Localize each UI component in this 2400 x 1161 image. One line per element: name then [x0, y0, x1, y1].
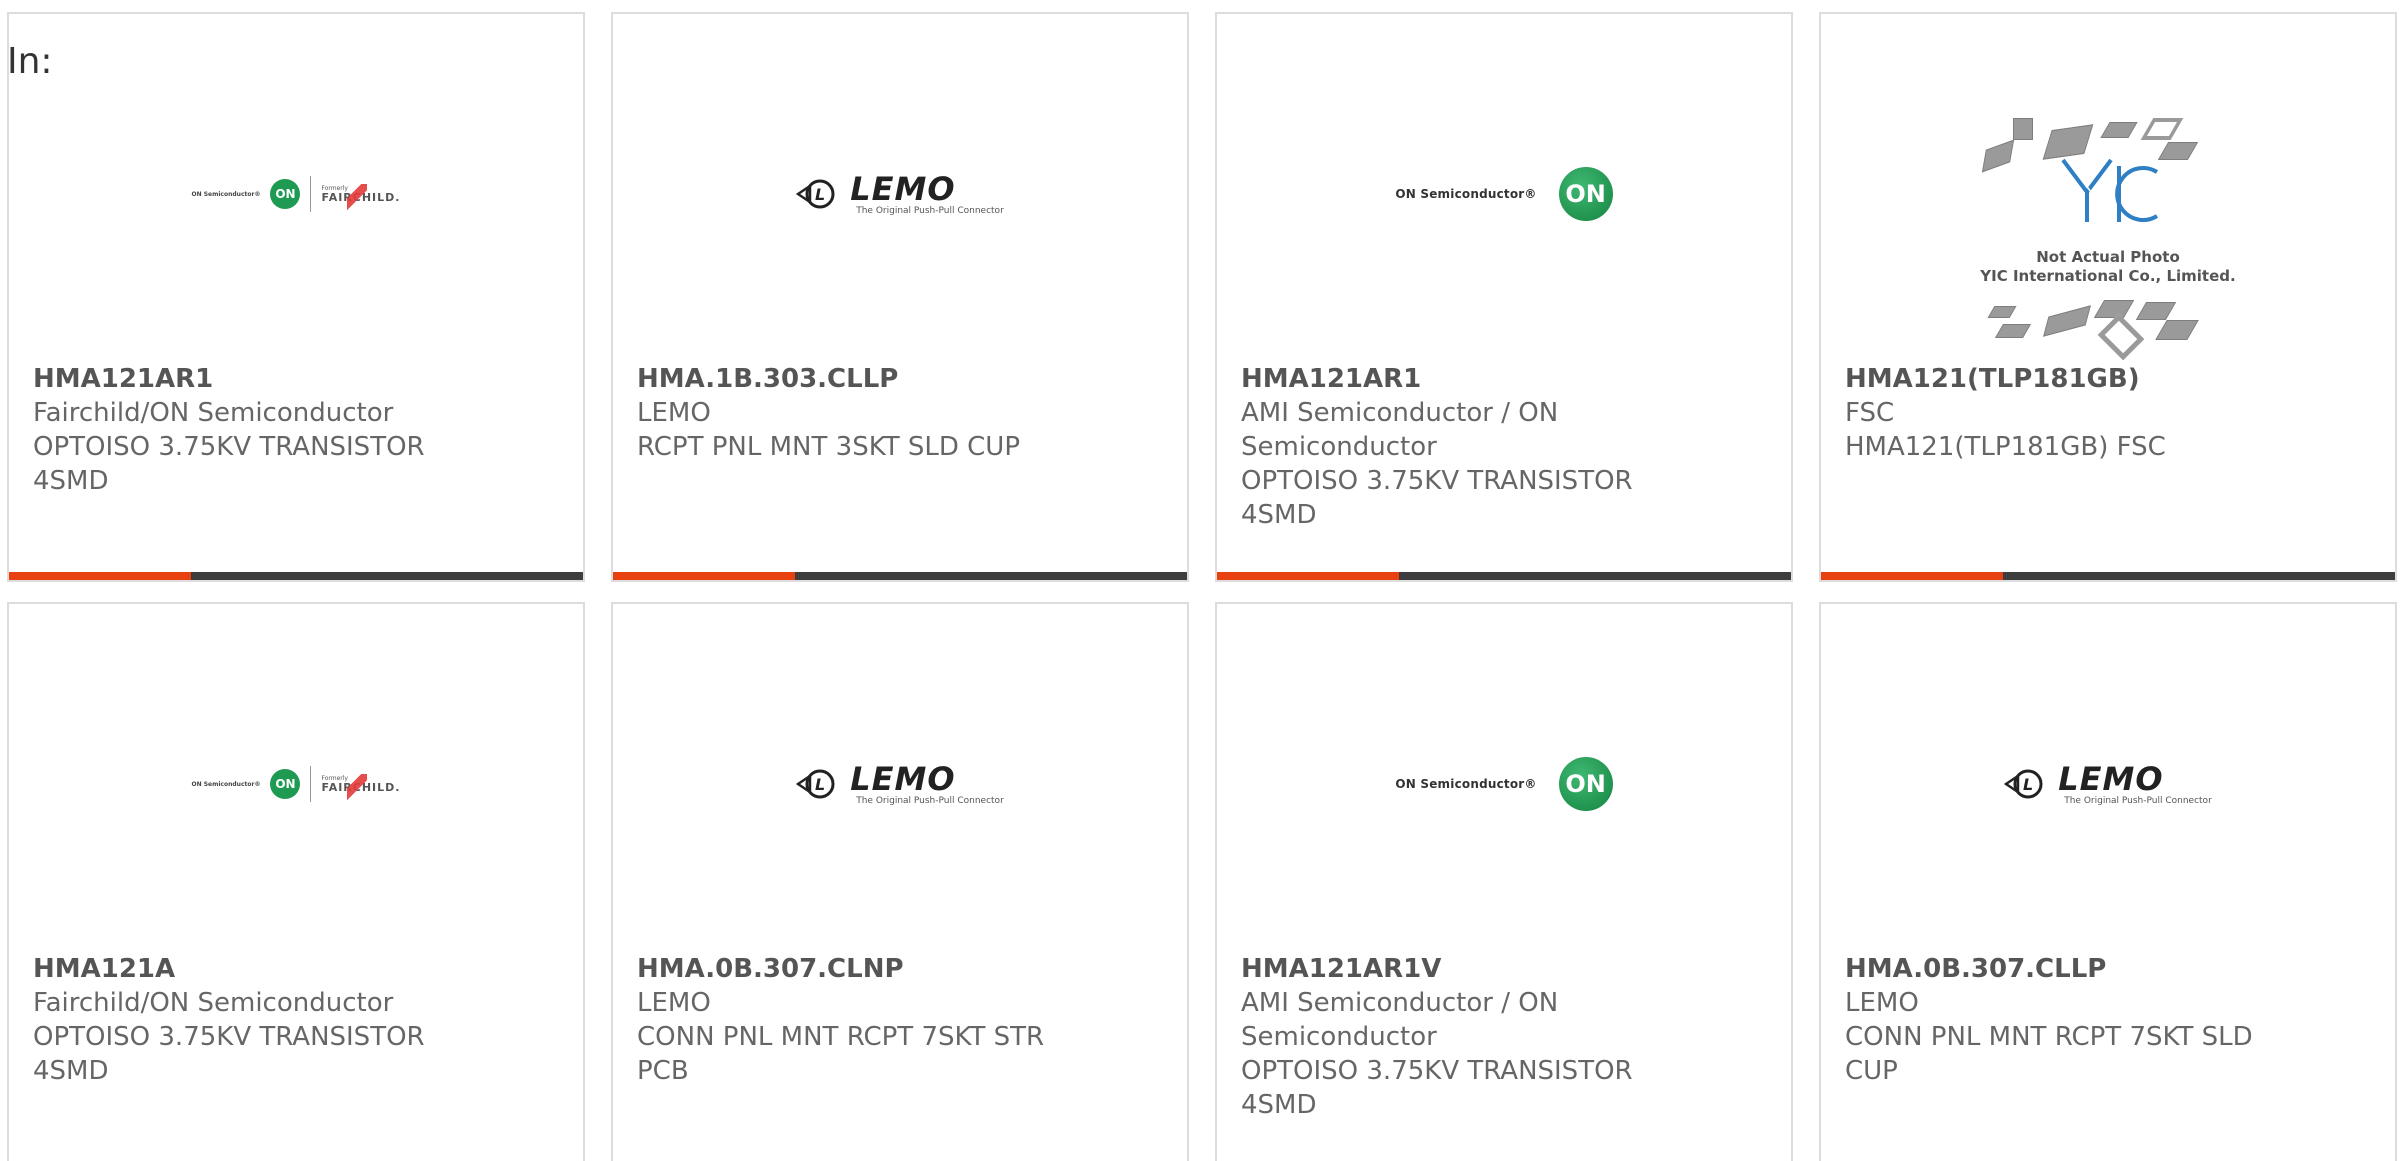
- lemo-plug-icon: L: [2004, 769, 2043, 799]
- chip-icon: [2135, 302, 2177, 320]
- product-info: HMA121AR1 AMI Semiconductor / ON Semicon…: [1241, 362, 1681, 532]
- product-info: HMA.1B.303.CLLP LEMO RCPT PNL MNT 3SKT S…: [637, 362, 1077, 464]
- product-card[interactable]: L LEMO The Original Push-Pull Connector …: [611, 12, 1189, 582]
- svg-text:L: L: [815, 185, 825, 204]
- description: OPTOISO 3.75KV TRANSISTOR 4SMD: [1241, 1056, 1633, 1120]
- manufacturer-logo-on: ON Semiconductor® ON: [1217, 94, 1791, 294]
- logo-on-text: ON Semiconductor®: [191, 780, 261, 788]
- logo-lemo-tagline: The Original Push-Pull Connector: [856, 795, 1004, 806]
- part-number[interactable]: HMA121AR1V: [1241, 952, 1681, 986]
- lemo-plug-icon: L: [796, 179, 835, 209]
- part-number[interactable]: HMA.0B.307.CLLP: [1845, 952, 2285, 986]
- chip-icon: [2013, 118, 2033, 140]
- manufacturer-logo-lemo: L LEMO The Original Push-Pull Connector: [1821, 684, 2395, 884]
- fairchild-mark-icon: [347, 773, 368, 802]
- not-actual-photo-image: Not Actual Photo YIC International Co., …: [1821, 106, 2395, 361]
- description: HMA121(TLP181GB) FSC: [1845, 432, 2166, 462]
- chip-icon: [2097, 313, 2145, 361]
- in-label: In:: [7, 41, 53, 82]
- chip-icon: [2155, 320, 2199, 340]
- description: OPTOISO 3.75KV TRANSISTOR 4SMD: [33, 1022, 425, 1086]
- on-badge-icon: ON: [270, 179, 301, 209]
- manufacturer: AMI Semiconductor / ON Semiconductor: [1241, 988, 1559, 1052]
- svg-text:L: L: [2023, 775, 2033, 794]
- part-number[interactable]: HMA.0B.307.CLNP: [637, 952, 1077, 986]
- manufacturer: LEMO: [637, 988, 711, 1018]
- card-bar: [1821, 572, 2395, 580]
- card-bar: [9, 572, 583, 580]
- yic-caption-line1: Not Actual Photo: [2036, 248, 2180, 266]
- product-card[interactable]: ON Semiconductor® ON Formerly FAIRCHILD.…: [7, 602, 585, 1161]
- logo-on-text: ON Semiconductor®: [1395, 777, 1537, 791]
- chip-icon: [2100, 122, 2138, 138]
- logo-lemo-name: LEMO: [850, 169, 956, 208]
- product-info: HMA121(TLP181GB) FSC HMA121(TLP181GB) FS…: [1845, 362, 2285, 464]
- product-card[interactable]: Not Actual Photo YIC International Co., …: [1819, 12, 2397, 582]
- chip-icon: [2042, 124, 2094, 160]
- product-card[interactable]: ON Semiconductor® ON HMA121AR1 AMI Semic…: [1215, 12, 1793, 582]
- part-number[interactable]: HMA121A: [33, 952, 473, 986]
- chip-icon: [2140, 118, 2184, 140]
- chip-icon: [1994, 324, 2032, 338]
- product-card[interactable]: L LEMO The Original Push-Pull Connector …: [611, 602, 1189, 1161]
- card-bar-accent: [9, 572, 191, 580]
- card-bar-accent: [1217, 572, 1399, 580]
- product-card[interactable]: ON Semiconductor® ON HMA121AR1V AMI Semi…: [1215, 602, 1793, 1161]
- logo-on-text: ON Semiconductor®: [191, 190, 261, 198]
- manufacturer: LEMO: [1845, 988, 1919, 1018]
- manufacturer-logo-lemo: L LEMO The Original Push-Pull Connector: [613, 684, 1187, 884]
- chip-icon: [1987, 306, 2017, 318]
- logo-lemo-name: LEMO: [850, 759, 956, 798]
- product-info: HMA121AR1 Fairchild/ON Semiconductor OPT…: [33, 362, 473, 498]
- part-number[interactable]: HMA121(TLP181GB): [1845, 362, 2285, 396]
- logo-divider: [310, 176, 312, 212]
- card-bar-accent: [613, 572, 795, 580]
- logo-lemo-name: LEMO: [2058, 759, 2164, 798]
- logo-lemo-tagline: The Original Push-Pull Connector: [856, 205, 1004, 216]
- on-badge-icon: ON: [270, 769, 301, 799]
- manufacturer-logo-fairchild: ON Semiconductor® ON Formerly FAIRCHILD.: [9, 94, 583, 294]
- card-bar: [613, 572, 1187, 580]
- chip-icon: [1981, 139, 2015, 173]
- part-number[interactable]: HMA121AR1: [33, 362, 473, 396]
- logo-on-text: ON Semiconductor®: [1395, 187, 1537, 201]
- chip-icon: [2043, 305, 2091, 337]
- manufacturer-logo-lemo: L LEMO The Original Push-Pull Connector: [613, 94, 1187, 294]
- manufacturer-logo-fairchild: ON Semiconductor® ON Formerly FAIRCHILD.: [9, 684, 583, 884]
- chip-icon: [2093, 300, 2135, 318]
- description: CONN PNL MNT RCPT 7SKT SLD CUP: [1845, 1022, 2253, 1086]
- product-card[interactable]: L LEMO The Original Push-Pull Connector …: [1819, 602, 2397, 1161]
- product-info: HMA.0B.307.CLLP LEMO CONN PNL MNT RCPT 7…: [1845, 952, 2285, 1088]
- yic-logo-icon: [2061, 158, 2159, 222]
- on-badge-icon: ON: [1558, 757, 1613, 811]
- card-bar-accent: [1821, 572, 2003, 580]
- on-badge-icon: ON: [1558, 167, 1613, 221]
- description: CONN PNL MNT RCPT 7SKT STR PCB: [637, 1022, 1045, 1086]
- manufacturer-logo-on: ON Semiconductor® ON: [1217, 684, 1791, 884]
- manufacturer: AMI Semiconductor / ON Semiconductor: [1241, 398, 1559, 462]
- product-info: HMA.0B.307.CLNP LEMO CONN PNL MNT RCPT 7…: [637, 952, 1077, 1088]
- description: OPTOISO 3.75KV TRANSISTOR 4SMD: [1241, 466, 1633, 530]
- chip-icon: [2157, 142, 2199, 160]
- part-number[interactable]: HMA121AR1: [1241, 362, 1681, 396]
- manufacturer: LEMO: [637, 398, 711, 428]
- product-info: HMA121A Fairchild/ON Semiconductor OPTOI…: [33, 952, 473, 1088]
- part-number[interactable]: HMA.1B.303.CLLP: [637, 362, 1077, 396]
- manufacturer: Fairchild/ON Semiconductor: [33, 398, 394, 428]
- card-bar: [1217, 572, 1791, 580]
- fairchild-mark-icon: [347, 183, 368, 212]
- description: RCPT PNL MNT 3SKT SLD CUP: [637, 432, 1021, 462]
- product-card[interactable]: ON Semiconductor® ON Formerly FAIRCHILD.…: [7, 12, 585, 582]
- manufacturer: Fairchild/ON Semiconductor: [33, 988, 394, 1018]
- manufacturer: FSC: [1845, 398, 1895, 428]
- description: OPTOISO 3.75KV TRANSISTOR 4SMD: [33, 432, 425, 496]
- lemo-plug-icon: L: [796, 769, 835, 799]
- svg-text:L: L: [815, 775, 825, 794]
- logo-lemo-tagline: The Original Push-Pull Connector: [2064, 795, 2212, 806]
- logo-divider: [310, 766, 312, 802]
- yic-caption-line2: YIC International Co., Limited.: [1980, 267, 2236, 285]
- product-info: HMA121AR1V AMI Semiconductor / ON Semico…: [1241, 952, 1681, 1122]
- product-grid-page: In: ON Semiconductor® ON Formerly FAIRCH…: [0, 0, 2400, 1161]
